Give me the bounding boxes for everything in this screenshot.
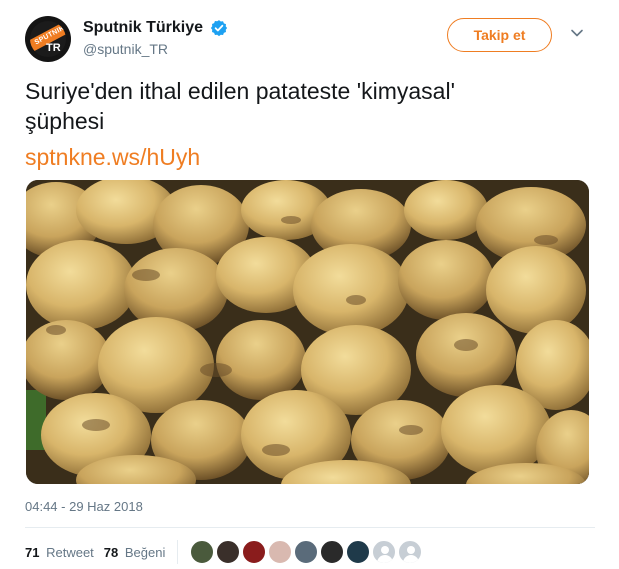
liker-avatar[interactable] xyxy=(268,540,293,564)
retweet-count: 71 xyxy=(25,544,40,560)
liker-avatar[interactable] xyxy=(346,540,371,564)
liker-avatar[interactable] xyxy=(398,540,423,564)
tweet-header: SPUTNIK TR Sputnik Türkiye @sputnik_TR T… xyxy=(25,16,595,62)
display-name[interactable]: Sputnik Türkiye xyxy=(83,18,203,38)
like-count: 78 xyxy=(103,544,119,560)
divider xyxy=(25,527,595,528)
tweet-photo[interactable] xyxy=(26,180,589,484)
retweet-label: Retweet xyxy=(46,544,94,560)
liker-avatar[interactable] xyxy=(372,540,397,564)
follow-button[interactable]: Takip et xyxy=(447,18,552,52)
like-stat[interactable]: 78 Beğeni xyxy=(104,545,166,560)
verified-badge-icon xyxy=(211,20,228,37)
avatar-tr-text: TR xyxy=(46,42,61,54)
potatoes-photo xyxy=(26,180,589,484)
likers-list xyxy=(190,540,424,564)
tweet-text-line: Suriye'den ithal edilen patateste 'kimya… xyxy=(25,78,455,104)
liker-avatar[interactable] xyxy=(294,540,319,564)
avatar[interactable]: SPUTNIK TR xyxy=(25,16,71,62)
tweet-text: Suriye'den ithal edilen patateste 'kimya… xyxy=(25,76,595,136)
liker-avatar[interactable] xyxy=(320,540,345,564)
liker-avatar[interactable] xyxy=(216,540,241,564)
tweet-text-line: şüphesi xyxy=(25,108,105,134)
chevron-down-icon[interactable] xyxy=(570,26,584,40)
tweet-timestamp[interactable]: 04:44 - 29 Haz 2018 xyxy=(25,498,143,516)
avatar-logo: SPUTNIK TR xyxy=(30,21,66,57)
name-block: Sputnik Türkiye @sputnik_TR xyxy=(83,18,228,59)
like-label: Beğeni xyxy=(124,544,166,560)
account-handle[interactable]: @sputnik_TR xyxy=(83,39,228,59)
tweet-stats: 71 Retweet 78 Beğeni xyxy=(25,540,424,564)
retweet-stat[interactable]: 71 Retweet xyxy=(25,545,94,560)
stats-separator xyxy=(177,540,179,564)
tweet-link[interactable]: sptnkne.ws/hUyh xyxy=(25,142,200,172)
liker-avatar[interactable] xyxy=(190,540,215,564)
liker-avatar[interactable] xyxy=(242,540,267,564)
